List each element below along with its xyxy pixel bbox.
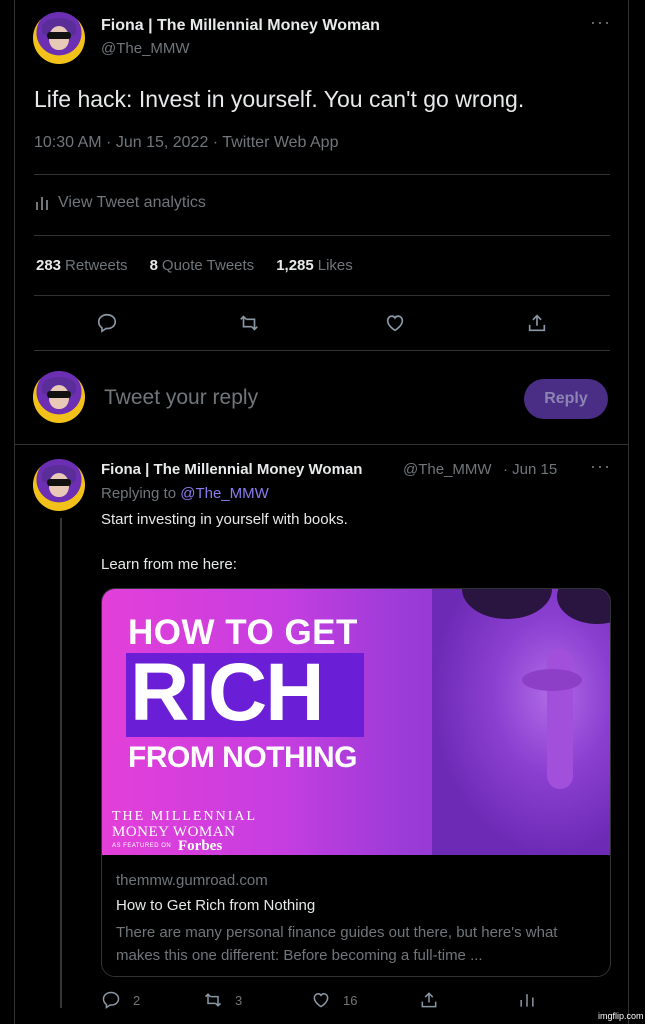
reply-author-name[interactable]: Fiona | The Millennial Money Woman: [101, 461, 362, 478]
brand-featured-on: AS FEATURED ON: [112, 843, 172, 849]
card-image-headline-bottom: FROM NOTHING: [128, 741, 357, 774]
reply-retweet-action[interactable]: 3: [203, 990, 242, 1010]
user-avatar[interactable]: [33, 371, 85, 423]
analytics-icon: [36, 197, 48, 210]
replying-to-handle[interactable]: @The_MMW: [180, 485, 269, 502]
reply-like-action[interactable]: 16: [311, 990, 357, 1010]
author-handle[interactable]: @The_MMW: [101, 40, 190, 57]
more-options-icon[interactable]: ···: [590, 12, 611, 33]
card-domain: themmw.gumroad.com: [116, 872, 268, 889]
retweet-icon[interactable]: [234, 308, 264, 338]
reply-reply-action[interactable]: 2: [101, 990, 140, 1010]
quote-tweets-stat[interactable]: 8 Quote Tweets: [150, 257, 255, 274]
tweet-text: Life hack: Invest in yourself. You can't…: [34, 86, 525, 112]
divider: [34, 350, 610, 351]
reply-input[interactable]: Tweet your reply: [104, 386, 258, 410]
brand-logo-line1: THE MILLENNIAL: [112, 809, 258, 824]
analytics-label: View Tweet analytics: [58, 194, 206, 211]
reply-action-bar: 2 3 16: [101, 990, 541, 1014]
divider: [34, 295, 610, 296]
card-title: How to Get Rich from Nothing: [116, 897, 316, 914]
link-card[interactable]: HOW TO GET RICH FROM NOTHING THE MILLENN…: [101, 588, 611, 977]
card-image: HOW TO GET RICH FROM NOTHING THE MILLENN…: [102, 589, 610, 855]
section-divider: [14, 444, 629, 445]
card-description: There are many personal finance guides o…: [116, 924, 558, 964]
author-avatar[interactable]: [33, 12, 85, 64]
divider: [34, 174, 610, 175]
card-image-headline-main: RICH: [130, 647, 324, 738]
retweet-icon: [204, 993, 222, 1007]
reply-share-action[interactable]: [419, 990, 439, 1010]
reply-date[interactable]: · Jun 15: [503, 461, 557, 478]
column-border-right: [628, 0, 629, 1024]
reply-icon[interactable]: [92, 308, 122, 338]
share-icon: [421, 992, 437, 1008]
like-icon[interactable]: [380, 308, 410, 338]
share-icon[interactable]: [522, 308, 552, 338]
retweets-stat[interactable]: 283 Retweets: [36, 257, 128, 274]
tweet-stats: 283 Retweets 8 Quote Tweets 1,285 Likes: [36, 257, 353, 274]
column-border-left: [14, 0, 15, 1024]
like-count: 16: [343, 992, 358, 1008]
tweet-action-bar: [34, 308, 610, 340]
forbes-logo: Forbes: [178, 838, 223, 854]
view-analytics-link[interactable]: View Tweet analytics: [34, 194, 206, 212]
reply-count: 2: [133, 992, 141, 1008]
tweet-meta: 10:30 AM · Jun 15, 2022 · Twitter Web Ap…: [34, 134, 339, 151]
analytics-icon: [520, 994, 534, 1007]
watermark: imgflip.com: [598, 1011, 644, 1021]
reply-text-line1: Start investing in yourself with books.: [101, 511, 348, 528]
reply-analytics-action[interactable]: [517, 990, 537, 1010]
replying-to: Replying to @The_MMW: [101, 485, 269, 502]
like-icon: [313, 992, 329, 1008]
author-name[interactable]: Fiona | The Millennial Money Woman: [101, 17, 380, 35]
reply-more-options-icon[interactable]: ···: [590, 456, 611, 477]
retweet-count: 3: [235, 992, 243, 1008]
reply-button[interactable]: Reply: [524, 379, 608, 419]
thread-line: [60, 518, 62, 1008]
reply-text-line2: Learn from me here:: [101, 556, 237, 573]
likes-stat[interactable]: 1,285 Likes: [276, 257, 353, 274]
reply-author-handle[interactable]: @The_MMW: [403, 461, 492, 478]
divider: [34, 235, 610, 236]
reply-icon: [102, 991, 120, 1009]
reply-author-avatar[interactable]: [33, 459, 85, 511]
